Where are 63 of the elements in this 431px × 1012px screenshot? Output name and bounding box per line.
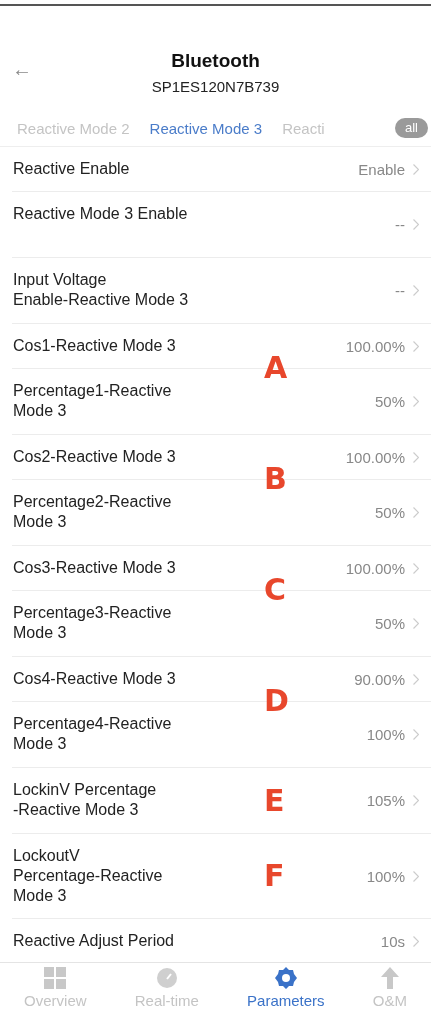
setting-value: 100.00%	[345, 337, 405, 355]
setting-label: Reactive Enable	[13, 159, 130, 179]
setting-value: 50%	[374, 393, 405, 410]
setting-value: 10s	[380, 932, 405, 950]
setting-label: Percentage1-Reactive Mode 3	[13, 381, 172, 421]
tab[interactable]: Reactive Mode 3	[149, 119, 263, 137]
chevron-icon	[413, 673, 419, 685]
chevron-icon	[413, 562, 419, 574]
annotation-letter: E	[264, 785, 285, 816]
setting-label: Reactive Mode 3 Enable	[13, 204, 188, 224]
page-title: Bluetooth	[171, 50, 260, 72]
setting-value: 100.00%	[345, 448, 405, 466]
setting-label: Percentage3-Reactive Mode 3	[13, 603, 172, 643]
nav-tab[interactable]: O&M	[372, 967, 407, 1012]
chevron-icon	[413, 396, 419, 407]
device-serial: SP1ES120N7B739	[151, 78, 280, 95]
setting-value: 100%	[366, 726, 405, 743]
gear-icon	[274, 967, 297, 989]
setting-value: 90.00%	[354, 670, 405, 688]
setting-value: 105%	[366, 792, 405, 809]
nav-tab[interactable]: Parameters	[247, 967, 325, 1012]
setting-label: LockinV Percentage -Reactive Mode 3	[13, 780, 157, 820]
setting-label: Cos3-Reactive Mode 3	[13, 558, 176, 578]
setting-value: 50%	[374, 615, 405, 632]
tab[interactable]: Reactive Mode 2	[17, 119, 130, 137]
chevron-icon	[413, 219, 419, 230]
chevron-icon	[413, 451, 419, 463]
up-arrow-icon	[380, 967, 399, 989]
setting-label: Input Voltage Enable-Reactive Mode 3	[13, 270, 189, 310]
annotation-letter: F	[264, 861, 285, 891]
annotation-letter: D	[264, 686, 289, 716]
chevron-icon	[413, 507, 419, 518]
chevron-icon	[413, 285, 419, 296]
chevron-icon	[413, 163, 419, 175]
annotation-letter: A	[264, 353, 288, 383]
tab[interactable]: Reacti	[282, 119, 325, 137]
setting-value: 100%	[366, 867, 405, 885]
setting-value: --	[395, 282, 405, 299]
setting-label: Cos4-Reactive Mode 3	[13, 669, 176, 689]
setting-label: Reactive Adjust Period	[13, 931, 174, 951]
setting-label: Percentage2-Reactive Mode 3	[13, 492, 172, 532]
setting-label: Cos2-Reactive Mode 3	[13, 447, 176, 467]
chevron-icon	[413, 618, 419, 629]
grid-icon	[44, 967, 67, 989]
back-button[interactable]: ←	[12, 58, 32, 81]
setting-value: 100.00%	[345, 559, 405, 577]
chevron-icon	[413, 870, 419, 882]
setting-value: Enable	[358, 160, 405, 178]
annotation-letter: C	[264, 575, 287, 605]
annotation-letter: B	[264, 464, 287, 494]
chevron-icon	[413, 340, 419, 352]
setting-value: 50%	[374, 504, 405, 521]
chevron-icon	[413, 729, 419, 740]
chevron-icon	[413, 935, 419, 947]
setting-label: Percentage4-Reactive Mode 3	[13, 714, 172, 754]
setting-value: --	[395, 216, 405, 233]
all-tabs-button[interactable]: all	[395, 118, 428, 138]
gauge-icon	[156, 968, 177, 988]
chevron-icon	[413, 795, 419, 806]
nav-tab[interactable]: Real-time	[134, 967, 199, 1012]
setting-label: Cos1-Reactive Mode 3	[13, 336, 176, 356]
setting-label: LockoutV Percentage-Reactive Mode 3	[13, 846, 163, 906]
nav-tab[interactable]: Overview	[24, 967, 87, 1012]
